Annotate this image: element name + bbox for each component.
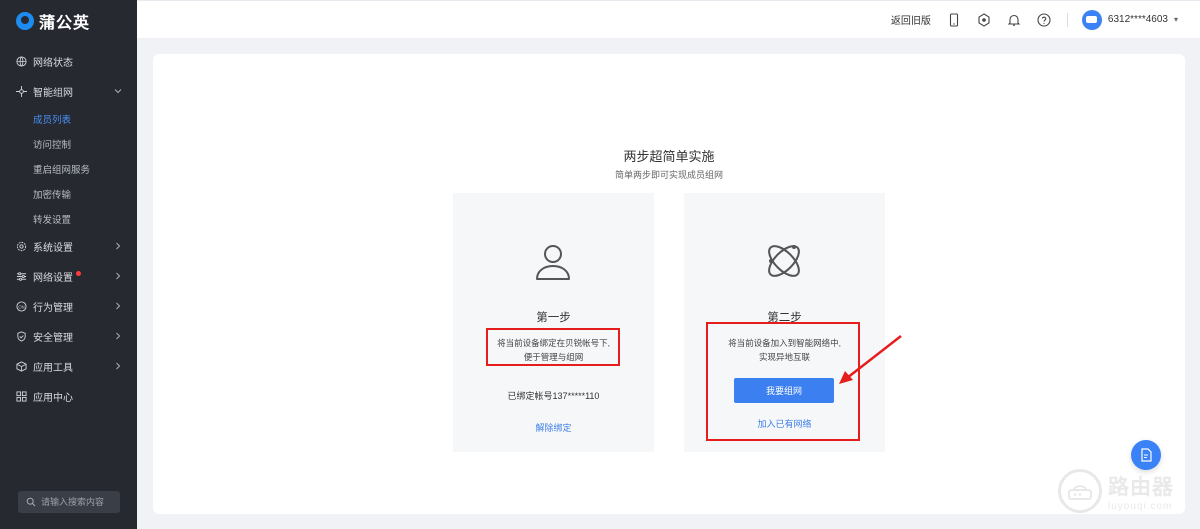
- network-icon: [16, 85, 27, 97]
- sidebar-item-app-tools[interactable]: 应用工具: [0, 351, 137, 381]
- sidebar-subitem-access-control[interactable]: 访问控制: [0, 131, 137, 156]
- step1-title: 第一步: [536, 312, 571, 324]
- notification-dot: [76, 270, 81, 276]
- sidebar: 蒲公英 网络状态 智能组网 成员列表 访问控制 重启组网服务 加密传输 转发设置…: [0, 0, 137, 529]
- sidebar-subitem-members[interactable]: 成员列表: [0, 106, 137, 131]
- sidebar-item-smart-network[interactable]: 智能组网: [0, 76, 137, 106]
- gear-icon: [16, 241, 27, 252]
- logo[interactable]: 蒲公英: [0, 0, 137, 42]
- step2-card: 第二步 将当前设备加入到智能网络中, 实现异地互联 我要组网 加入已有网络: [684, 193, 885, 452]
- chevron-right-icon: [116, 332, 121, 340]
- page-subtitle: 简单两步即可实现成员组网: [614, 170, 723, 180]
- sidebar-item-label: 系统设置: [33, 242, 73, 254]
- back-to-old-version-link[interactable]: 返回旧版: [891, 12, 931, 27]
- highlight-box: [486, 328, 620, 366]
- avatar: [1081, 9, 1102, 30]
- divider: [1066, 12, 1068, 27]
- page-title: 两步超简单实施: [623, 149, 715, 164]
- behavior-icon: ON: [16, 300, 27, 312]
- shield-icon: [16, 330, 27, 342]
- svg-text:ON: ON: [18, 304, 24, 309]
- sidebar-item-network-settings[interactable]: 网络设置: [0, 261, 137, 291]
- bell-icon[interactable]: [1007, 13, 1021, 27]
- sidebar-item-network-status[interactable]: 网络状态: [0, 46, 137, 76]
- sidebar-item-system-settings[interactable]: 系统设置: [0, 231, 137, 261]
- box-icon: [16, 360, 27, 372]
- globe-icon: [16, 55, 27, 67]
- sidebar-subitem-restart-service[interactable]: 重启组网服务: [0, 156, 137, 181]
- watermark: 路由器 luyouqi.com: [1058, 463, 1198, 519]
- chevron-right-icon: [116, 242, 121, 250]
- user-account: 6312****4603: [1107, 14, 1168, 25]
- user-menu[interactable]: 6312****4603 ▾: [1081, 9, 1178, 30]
- sidebar-item-label: 应用中心: [33, 392, 73, 404]
- bound-account-text: 已绑定帐号137*****110: [507, 391, 600, 401]
- sidebar-item-security[interactable]: 安全管理: [0, 321, 137, 351]
- chevron-down-icon: [114, 89, 122, 94]
- plugin-icon[interactable]: [977, 12, 991, 27]
- watermark-text: 路由器: [1108, 475, 1174, 499]
- help-icon[interactable]: [1037, 12, 1051, 27]
- sidebar-nav: 网络状态 智能组网 成员列表 访问控制 重启组网服务 加密传输 转发设置 系统设…: [0, 46, 137, 411]
- sidebar-item-label: 行为管理: [33, 302, 73, 314]
- sidebar-item-behavior-management[interactable]: ON 行为管理: [0, 291, 137, 321]
- main-card: 两步超简单实施 简单两步即可实现成员组网 第一步 将当前设备绑定在贝锐帐号下, …: [153, 54, 1185, 514]
- orbit-icon: [768, 245, 800, 277]
- sidebar-search[interactable]: [18, 491, 120, 513]
- user-icon: [536, 245, 570, 280]
- top-bar: 返回旧版 6312****4603 ▾: [137, 0, 1200, 38]
- search-icon: [26, 497, 36, 507]
- chevron-right-icon: [116, 272, 121, 280]
- sidebar-item-label: 安全管理: [33, 332, 73, 344]
- sidebar-item-label: 智能组网: [33, 87, 73, 99]
- app-name: 蒲公英: [39, 15, 91, 32]
- sidebar-item-app-center[interactable]: 应用中心: [0, 381, 137, 411]
- sidebar-item-label: 应用工具: [33, 362, 73, 374]
- mobile-icon[interactable]: [947, 12, 961, 27]
- search-input[interactable]: [41, 497, 119, 507]
- chevron-right-icon: [116, 362, 121, 370]
- sidebar-subitem-forwarding[interactable]: 转发设置: [0, 206, 137, 231]
- grid-icon: [16, 390, 27, 402]
- unbind-link[interactable]: 解除绑定: [453, 421, 654, 434]
- sidebar-subitem-encryption[interactable]: 加密传输: [0, 181, 137, 206]
- watermark-logo: [1058, 469, 1102, 513]
- sliders-icon: [16, 271, 27, 282]
- step1-card: 第一步 将当前设备绑定在贝锐帐号下, 便于管理与组网 已绑定帐号137*****…: [453, 193, 654, 452]
- document-icon: [1141, 448, 1152, 462]
- sidebar-item-label: 网络状态: [33, 57, 73, 69]
- sidebar-item-label: 网络设置: [33, 272, 73, 284]
- logo-icon: [16, 12, 34, 30]
- caret-down-icon: ▾: [1173, 15, 1178, 24]
- chevron-right-icon: [116, 302, 121, 310]
- watermark-url: luyouqi.com: [1108, 500, 1173, 512]
- annotation-arrow: [839, 335, 902, 384]
